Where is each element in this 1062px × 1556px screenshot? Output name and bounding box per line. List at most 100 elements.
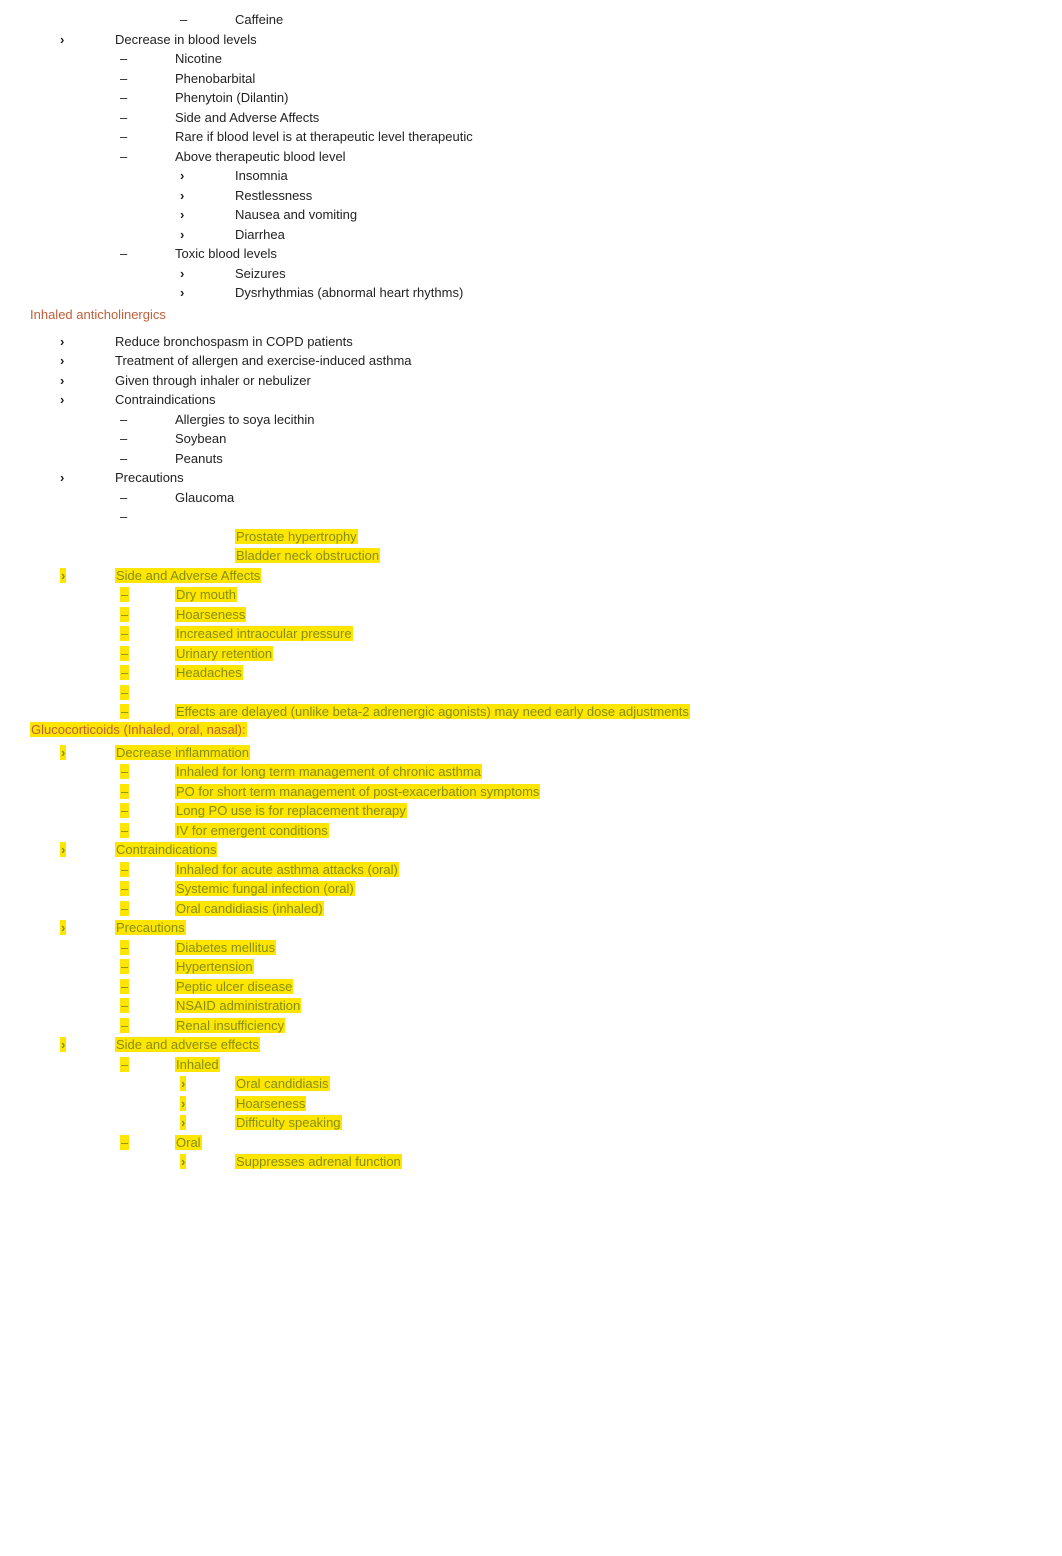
- list-item-text: Decrease inflammation: [115, 743, 1032, 763]
- list-item: [30, 507, 1032, 527]
- list-item-text: Precautions: [115, 918, 1032, 938]
- chevron-icon: [180, 166, 235, 186]
- list-item: Diarrhea: [30, 225, 1032, 245]
- chevron-icon: [60, 1035, 115, 1055]
- list-item: Nausea and vomiting: [30, 205, 1032, 225]
- dash-icon: [120, 108, 175, 128]
- list-item-text: Toxic blood levels: [175, 244, 1032, 264]
- list-item-text: Treatment of allergen and exercise-induc…: [115, 351, 1032, 371]
- list-item: Bladder neck obstruction: [30, 546, 1032, 566]
- list-item-text: Contraindications: [115, 390, 1032, 410]
- list-item: Difficulty speaking: [30, 1113, 1032, 1133]
- list-item-text: Difficulty speaking: [235, 1113, 1032, 1133]
- list-item: Dysrhythmias (abnormal heart rhythms): [30, 283, 1032, 303]
- list-item: Long PO use is for replacement therapy: [30, 801, 1032, 821]
- list-item: Glaucoma: [30, 488, 1032, 508]
- list-item-text: Bladder neck obstruction: [235, 546, 1032, 566]
- chevron-icon: [60, 30, 115, 50]
- highlighted-section-2: Decrease inflammationInhaled for long te…: [30, 743, 1032, 1172]
- dash-icon: [120, 644, 175, 664]
- list-item-text: Prostate hypertrophy: [235, 527, 1032, 547]
- list-item-text: Phenobarbital: [175, 69, 1032, 89]
- chevron-icon: [60, 371, 115, 391]
- list-item-text: Diarrhea: [235, 225, 1032, 245]
- list-item: Diabetes mellitus: [30, 938, 1032, 958]
- list-item-text: Oral candidiasis: [235, 1074, 1032, 1094]
- chevron-icon: [180, 1094, 235, 1114]
- chevron-icon: [180, 225, 235, 245]
- list-item: Peanuts: [30, 449, 1032, 469]
- list-item: Allergies to soya lecithin: [30, 410, 1032, 430]
- list-item: Contraindications: [30, 840, 1032, 860]
- list-item-text: Precautions: [115, 468, 1032, 488]
- list-item-text: Oral candidiasis (inhaled): [175, 899, 1032, 919]
- list-item: Restlessness: [30, 186, 1032, 206]
- chevron-icon: [180, 186, 235, 206]
- list-item-text: Phenytoin (Dilantin): [175, 88, 1032, 108]
- list-item: Precautions: [30, 468, 1032, 488]
- heading-glucocorticoids: Glucocorticoids (Inhaled, oral, nasal):: [30, 722, 1032, 737]
- chevron-icon: [60, 390, 115, 410]
- list-item: Oral candidiasis (inhaled): [30, 899, 1032, 919]
- list-item: Effects are delayed (unlike beta-2 adren…: [30, 702, 1032, 722]
- list-item-text: Dry mouth: [175, 585, 1032, 605]
- list-item: Oral: [30, 1133, 1032, 1153]
- list-item: Suppresses adrenal function: [30, 1152, 1032, 1172]
- list-item-text: Nicotine: [175, 49, 1032, 69]
- list-item-text: Dysrhythmias (abnormal heart rhythms): [235, 283, 1032, 303]
- dash-icon: [120, 624, 175, 644]
- list-item: Toxic blood levels: [30, 244, 1032, 264]
- dash-icon: [120, 429, 175, 449]
- chevron-icon: [180, 1113, 235, 1133]
- dash-icon: [120, 605, 175, 625]
- dash-icon: [120, 762, 175, 782]
- list-item: Inhaled for acute asthma attacks (oral): [30, 860, 1032, 880]
- list-item-text: Urinary retention: [175, 644, 1032, 664]
- list-item: Side and Adverse Affects: [30, 566, 1032, 586]
- list-item: Soybean: [30, 429, 1032, 449]
- list-item-text: Soybean: [175, 429, 1032, 449]
- dash-icon: [120, 69, 175, 89]
- list-item: Precautions: [30, 918, 1032, 938]
- dash-icon: [120, 88, 175, 108]
- dash-icon: [120, 977, 175, 997]
- dash-icon: [120, 147, 175, 167]
- dash-icon: [120, 821, 175, 841]
- list-item: Phenobarbital: [30, 69, 1032, 89]
- list-item: [30, 683, 1032, 703]
- list-item-text: Insomnia: [235, 166, 1032, 186]
- list-item-text: Side and Adverse Affects: [115, 566, 1032, 586]
- list-item-text: Side and adverse effects: [115, 1035, 1032, 1055]
- dash-icon: [120, 938, 175, 958]
- list-item: Peptic ulcer disease: [30, 977, 1032, 997]
- list-item: Seizures: [30, 264, 1032, 284]
- list-item: Rare if blood level is at therapeutic le…: [30, 127, 1032, 147]
- dash-icon: [120, 449, 175, 469]
- list-item-text: Side and Adverse Affects: [175, 108, 1032, 128]
- list-item: Above therapeutic blood level: [30, 147, 1032, 167]
- chevron-icon: [60, 840, 115, 860]
- list-item-text: Decrease in blood levels: [115, 30, 1032, 50]
- list-item-text: NSAID administration: [175, 996, 1032, 1016]
- list-item: Headaches: [30, 663, 1032, 683]
- list-item: Urinary retention: [30, 644, 1032, 664]
- list-item-text: Headaches: [175, 663, 1032, 683]
- list-item-text: Effects are delayed (unlike beta-2 adren…: [175, 702, 1032, 722]
- list-item: PO for short term management of post-exa…: [30, 782, 1032, 802]
- list-item: Prostate hypertrophy: [30, 527, 1032, 547]
- list-item: NSAID administration: [30, 996, 1032, 1016]
- document-page: CaffeineDecrease in blood levelsNicotine…: [0, 0, 1062, 1212]
- list-item-text: Oral: [175, 1133, 1032, 1153]
- list-item-text: Increased intraocular pressure: [175, 624, 1032, 644]
- dash-icon: [120, 1133, 175, 1153]
- list-item-text: Caffeine: [235, 10, 1032, 30]
- chevron-icon: [60, 566, 115, 586]
- chevron-icon: [180, 264, 235, 284]
- dash-icon: [120, 1016, 175, 1036]
- section-1-list: CaffeineDecrease in blood levelsNicotine…: [30, 10, 1032, 303]
- list-item: Reduce bronchospasm in COPD patients: [30, 332, 1032, 352]
- chevron-icon: [60, 351, 115, 371]
- list-item-text: Allergies to soya lecithin: [175, 410, 1032, 430]
- dash-icon: [120, 410, 175, 430]
- dash-icon: [120, 663, 175, 683]
